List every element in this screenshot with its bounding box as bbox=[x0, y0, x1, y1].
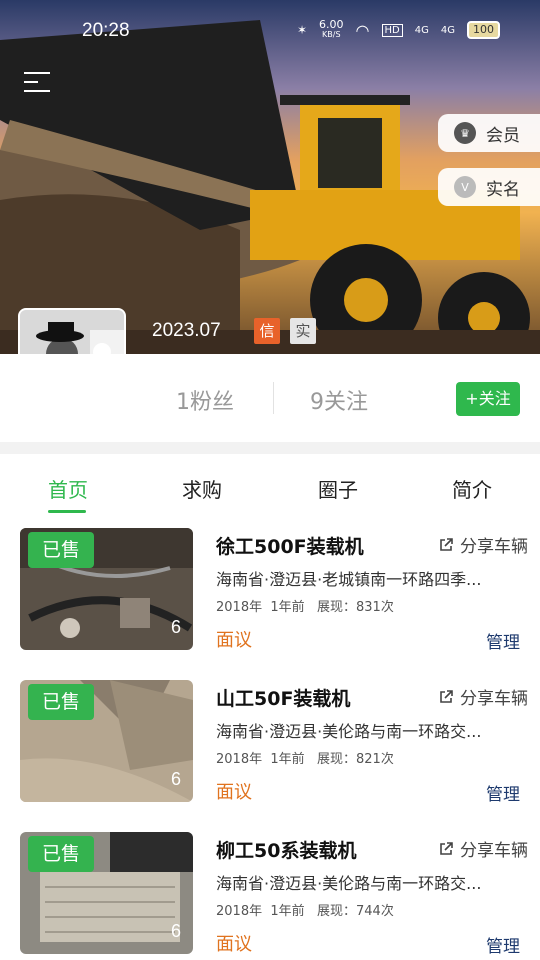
listing-price: 面议 bbox=[216, 934, 252, 955]
share-label: 分享车辆 bbox=[460, 537, 528, 557]
signal-4g-icon: 4G bbox=[414, 24, 429, 36]
listing-title[interactable]: 山工50F装载机 bbox=[216, 684, 350, 711]
listing-address: 海南省·澄迈县·老城镇南一环路四季... bbox=[216, 570, 482, 589]
sold-badge: 已售 bbox=[28, 532, 94, 568]
following-count[interactable]: 9关注 bbox=[310, 384, 368, 416]
share-icon bbox=[440, 841, 453, 855]
section-divider bbox=[0, 442, 540, 454]
credit-tag: 信 bbox=[254, 318, 280, 344]
share-icon bbox=[440, 689, 453, 703]
listing-price: 面议 bbox=[216, 630, 252, 651]
listing-thumbnail[interactable]: 已售 6 bbox=[20, 680, 193, 802]
listing-thumbnail[interactable]: 已售 6 bbox=[20, 832, 193, 954]
listing-address: 海南省·澄迈县·美伦路与南一环路交... bbox=[216, 874, 482, 893]
verified-v-icon: V bbox=[454, 176, 476, 198]
profile-stats: 1粉丝 9关注 +关注 bbox=[0, 354, 540, 442]
share-vehicle-button[interactable]: 分享车辆 bbox=[438, 836, 528, 861]
wifi-icon: ◠ bbox=[355, 20, 370, 40]
status-icons: ✶ 6.00 KB/S ◠ HD 4G 4G 100 bbox=[296, 18, 500, 40]
listing-address: 海南省·澄迈县·美伦路与南一环路交... bbox=[216, 722, 482, 741]
share-label: 分享车辆 bbox=[460, 689, 528, 709]
photo-count: 6 bbox=[170, 769, 181, 789]
listing-meta: 2018年 1年前 展现：821次 bbox=[216, 752, 394, 767]
network-speed-value: 6.00 bbox=[319, 18, 344, 31]
manage-button[interactable]: 管理 bbox=[486, 932, 520, 957]
fans-count[interactable]: 1粉丝 bbox=[176, 384, 234, 416]
sold-badge: 已售 bbox=[28, 684, 94, 720]
share-vehicle-button[interactable]: 分享车辆 bbox=[438, 684, 528, 709]
network-speed-unit: KB/S bbox=[322, 30, 341, 39]
listing-price: 面议 bbox=[216, 782, 252, 803]
menu-icon[interactable] bbox=[24, 72, 50, 96]
listing-meta: 2018年 1年前 展现：831次 bbox=[216, 600, 394, 615]
tab-active-indicator bbox=[48, 510, 86, 513]
listing-card[interactable]: 已售 6 徐工500F装载机 分享车辆 海南省·澄迈县·老城镇南一环路四季...… bbox=[0, 528, 540, 668]
real-tag: 实 bbox=[290, 318, 316, 344]
status-bar: 20:28 ✶ 6.00 KB/S ◠ HD 4G 4G 100 bbox=[0, 0, 540, 62]
sold-badge: 已售 bbox=[28, 836, 94, 872]
stats-divider bbox=[273, 382, 274, 414]
listing-title[interactable]: 柳工50系装载机 bbox=[216, 836, 356, 863]
hd-icon: HD bbox=[381, 23, 403, 37]
listing-card[interactable]: 已售 6 柳工50系装载机 分享车辆 海南省·澄迈县·美伦路与南一环路交... … bbox=[0, 832, 540, 960]
join-date: 2023.07 bbox=[152, 320, 221, 341]
follow-button[interactable]: +关注 bbox=[456, 382, 520, 416]
listing-card[interactable]: 已售 6 山工50F装载机 分享车辆 海南省·澄迈县·美伦路与南一环路交... … bbox=[0, 680, 540, 820]
manage-button[interactable]: 管理 bbox=[486, 628, 520, 653]
tab-bar: 首页 求购 圈子 简介 bbox=[0, 454, 540, 518]
tab-circle[interactable]: 圈子 bbox=[298, 474, 378, 503]
member-badge-icon: ♛ bbox=[454, 122, 476, 144]
photo-count: 6 bbox=[170, 921, 181, 941]
photo-count: 6 bbox=[170, 617, 181, 637]
manage-button[interactable]: 管理 bbox=[486, 780, 520, 805]
signal-4g-icon-2: 4G bbox=[440, 24, 455, 36]
realname-badge-label: 实名 bbox=[486, 179, 520, 200]
realname-badge[interactable]: V 实名 bbox=[438, 168, 540, 206]
listing-meta: 2018年 1年前 展现：744次 bbox=[216, 904, 394, 919]
share-label: 分享车辆 bbox=[460, 841, 528, 861]
tab-wanted[interactable]: 求购 bbox=[162, 474, 242, 503]
battery-icon: 100 bbox=[467, 21, 500, 39]
status-time: 20:28 bbox=[82, 20, 130, 41]
share-vehicle-button[interactable]: 分享车辆 bbox=[438, 532, 528, 557]
profile-cover: 20:28 ✶ 6.00 KB/S ◠ HD 4G 4G 100 ♛ 会员 V … bbox=[0, 0, 540, 354]
tab-home[interactable]: 首页 bbox=[28, 474, 108, 503]
network-speed: 6.00 KB/S bbox=[319, 18, 344, 40]
member-badge[interactable]: ♛ 会员 bbox=[438, 114, 540, 152]
tab-intro[interactable]: 简介 bbox=[432, 474, 512, 503]
member-badge-label: 会员 bbox=[486, 125, 520, 146]
share-icon bbox=[440, 537, 453, 551]
listing-title[interactable]: 徐工500F装载机 bbox=[216, 532, 364, 559]
listing-thumbnail[interactable]: 已售 6 bbox=[20, 528, 193, 650]
bluetooth-icon: ✶ bbox=[296, 23, 308, 37]
